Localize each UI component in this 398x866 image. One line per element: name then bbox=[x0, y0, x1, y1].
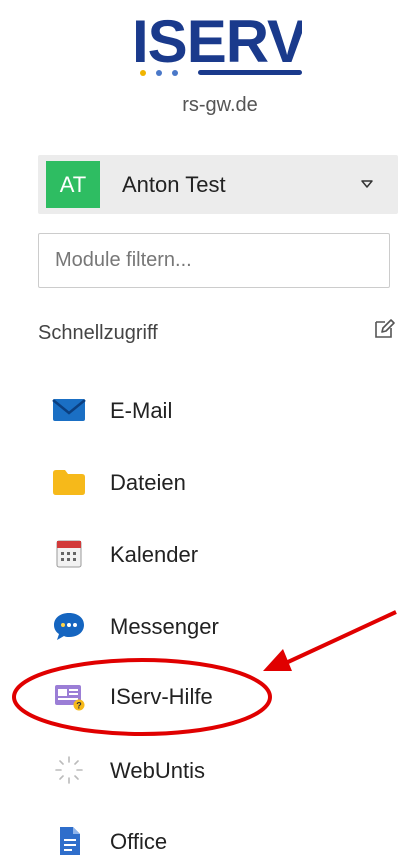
chat-icon bbox=[54, 613, 84, 640]
avatar: AT bbox=[46, 161, 100, 208]
calendar-icon bbox=[56, 540, 82, 568]
nav-label: IServ-Hilfe bbox=[110, 684, 213, 709]
logo-dot-blue-2 bbox=[172, 70, 178, 76]
loading-spinner-icon bbox=[55, 756, 83, 784]
folder-icon bbox=[53, 470, 85, 495]
nav-label: E-Mail bbox=[110, 398, 173, 423]
logo-dot-yellow bbox=[140, 70, 146, 76]
nav-item-email[interactable]: E-Mail bbox=[38, 385, 398, 435]
svg-text:?: ? bbox=[76, 701, 82, 711]
nav-label: WebUntis bbox=[110, 758, 205, 783]
quick-access-title: Schnellzugriff bbox=[38, 322, 158, 344]
arrow-head bbox=[263, 649, 292, 671]
nav-label: Kalender bbox=[110, 542, 199, 567]
nav-item-calendar[interactable]: Kalender bbox=[38, 529, 398, 579]
iserv-logo[interactable]: ISERV bbox=[130, 6, 308, 78]
document-icon bbox=[60, 827, 80, 855]
nav-item-messenger[interactable]: Messenger bbox=[38, 601, 398, 651]
mail-icon bbox=[52, 399, 86, 421]
nav-item-iserv-help[interactable]: ? IServ-Hilfe bbox=[38, 671, 398, 721]
svg-text:ISERV: ISERV bbox=[132, 8, 302, 75]
help-icon: ? bbox=[55, 685, 85, 711]
module-filter-input[interactable] bbox=[38, 233, 390, 288]
edit-icon[interactable] bbox=[372, 317, 396, 341]
logo-dot-blue bbox=[156, 70, 162, 76]
nav-label: Dateien bbox=[110, 470, 186, 495]
logo-wordmark: ISERV bbox=[132, 8, 308, 75]
nav-label: Office bbox=[110, 829, 168, 854]
chevron-down-icon bbox=[361, 180, 373, 188]
nav-item-webuntis[interactable]: WebUntis bbox=[38, 745, 398, 795]
nav-item-files[interactable]: Dateien bbox=[38, 457, 398, 507]
nav-label: Messenger bbox=[110, 614, 219, 639]
logo-underline bbox=[198, 70, 302, 75]
nav-item-office[interactable]: Office bbox=[38, 816, 398, 866]
user-menu[interactable]: AT Anton Test bbox=[38, 155, 398, 214]
domain-label: rs-gw.de bbox=[182, 94, 258, 116]
user-name: Anton Test bbox=[122, 172, 226, 197]
